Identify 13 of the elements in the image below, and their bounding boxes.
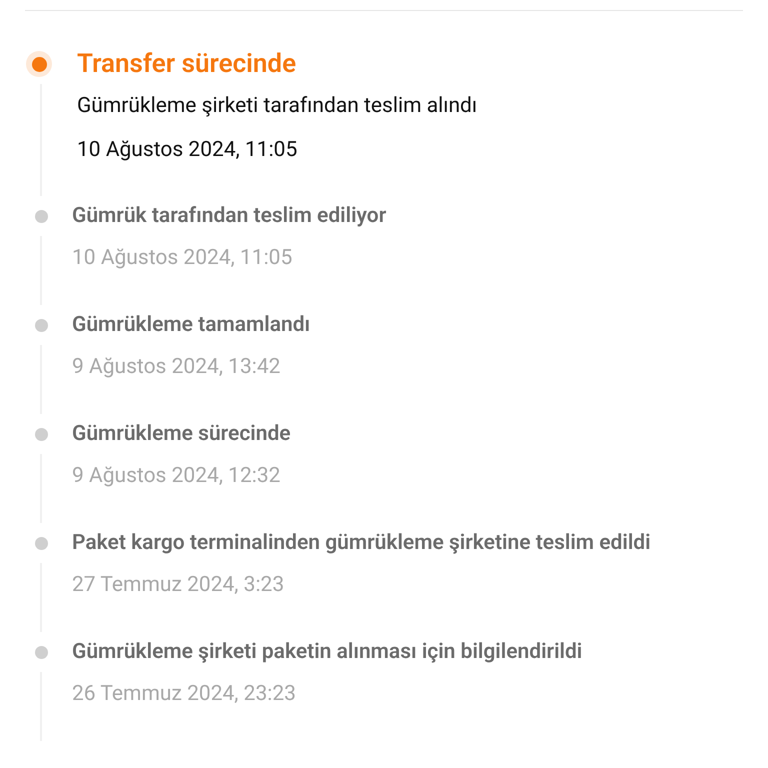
event-date: 10 Ağustos 2024, 11:05 <box>72 245 294 272</box>
event-title: Gümrükleme şirketi paketin alınması için bilgilendirildi <box>72 639 582 666</box>
event-title: Gümrükleme sürecinde <box>72 421 291 448</box>
event-title: Transfer sürecinde <box>77 48 298 81</box>
event-title: Gümrükleme tamamlandı <box>72 312 310 339</box>
event-date: 26 Temmuz 2024, 23:23 <box>72 681 297 708</box>
event-title: Paket kargo terminalinden gümrükleme şirketine teslim edildi <box>72 530 651 557</box>
event-date: 9 Ağustos 2024, 12:32 <box>72 463 282 490</box>
event-title: Gümrük tarafından teslim ediliyor <box>72 203 386 230</box>
event-date: 9 Ağustos 2024, 13:42 <box>72 354 282 381</box>
event-date: 27 Temmuz 2024, 3:23 <box>72 572 286 599</box>
event-detail: Gümrükleme şirketi tarafından teslim alındı <box>77 93 478 120</box>
event-date: 10 Ağustos 2024, 11:05 <box>77 137 298 164</box>
